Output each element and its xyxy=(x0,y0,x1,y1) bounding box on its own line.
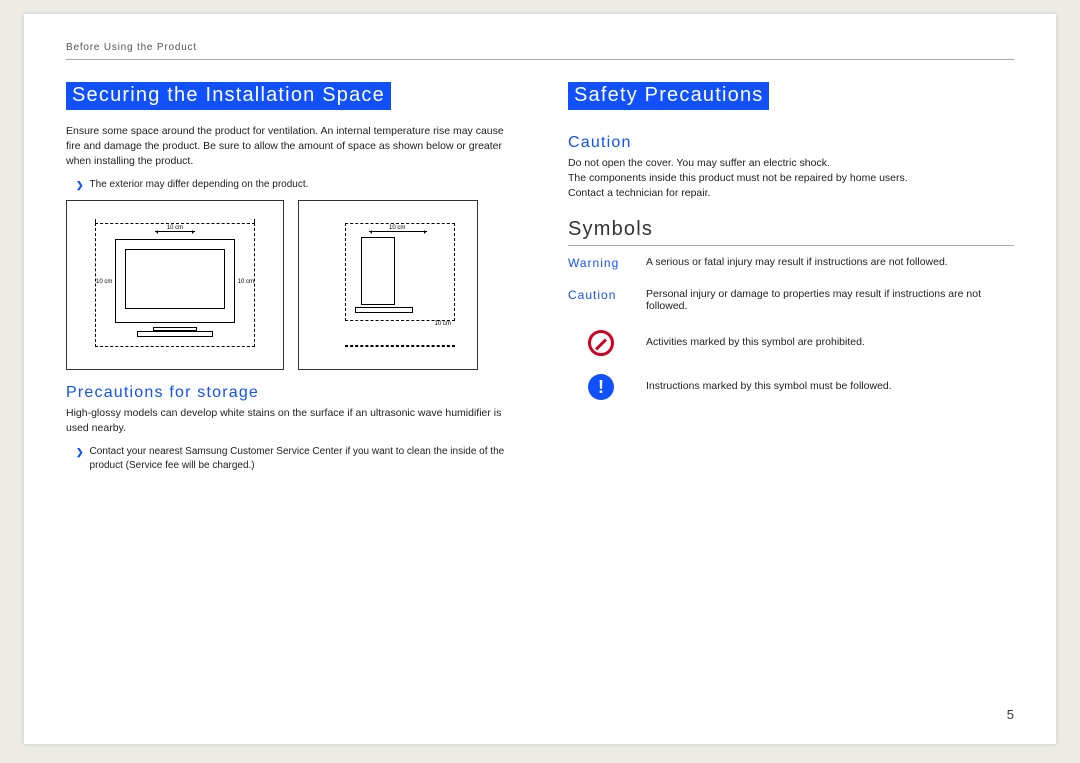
heading-securing: Securing the Installation Space xyxy=(66,82,391,110)
caution-body: Do not open the cover. You may suffer an… xyxy=(568,156,1014,202)
caution-label: Caution xyxy=(568,288,646,302)
heading-safety: Safety Precautions xyxy=(568,82,769,110)
prohibit-desc: Activities marked by this symbol are pro… xyxy=(646,330,1014,348)
divider xyxy=(568,245,1014,246)
warning-desc: A serious or fatal injury may result if … xyxy=(646,256,1014,268)
storage-bullet-text: Contact your nearest Samsung Customer Se… xyxy=(90,445,512,474)
securing-intro: Ensure some space around the product for… xyxy=(66,124,512,170)
note-exterior-text: The exterior may differ depending on the… xyxy=(90,178,309,193)
left-column: Securing the Installation Space Ensure s… xyxy=(66,82,512,478)
storage-bullet: ❯ Contact your nearest Samsung Customer … xyxy=(76,445,512,474)
warning-label: Warning xyxy=(568,256,646,270)
right-column: Safety Precautions Caution Do not open t… xyxy=(568,82,1014,478)
dim-left: 10 cm xyxy=(96,279,112,285)
caution-heading: Caution xyxy=(568,134,1014,152)
prohibit-icon xyxy=(568,330,646,356)
figure-side: 10 cm 10 cm xyxy=(298,200,478,370)
caution-desc: Personal injury or damage to properties … xyxy=(646,288,1014,312)
figure-front: 10 cm 10 cm 10 cm xyxy=(66,200,284,370)
follow-desc: Instructions marked by this symbol must … xyxy=(646,374,1014,392)
chapter-title: Before Using the Product xyxy=(66,42,1014,60)
manual-page: Before Using the Product Securing the In… xyxy=(24,14,1056,744)
figure-row: 10 cm 10 cm 10 cm 10 cm 10 cm xyxy=(66,200,512,370)
bullet-icon: ❯ xyxy=(76,445,84,474)
symbols-heading: Symbols xyxy=(568,218,1014,241)
dim-right: 10 cm xyxy=(238,279,254,285)
heading-storage: Precautions for storage xyxy=(66,384,512,402)
symbols-table: Warning A serious or fatal injury may re… xyxy=(568,256,1014,400)
dim-bottom: 10 cm xyxy=(435,321,451,327)
page-number: 5 xyxy=(1007,707,1014,722)
note-exterior: ❯ The exterior may differ depending on t… xyxy=(76,178,512,193)
bullet-icon: ❯ xyxy=(76,178,84,193)
storage-text: High-glossy models can develop white sta… xyxy=(66,406,512,436)
follow-icon: ! xyxy=(568,374,646,400)
two-column-layout: Securing the Installation Space Ensure s… xyxy=(66,82,1014,478)
